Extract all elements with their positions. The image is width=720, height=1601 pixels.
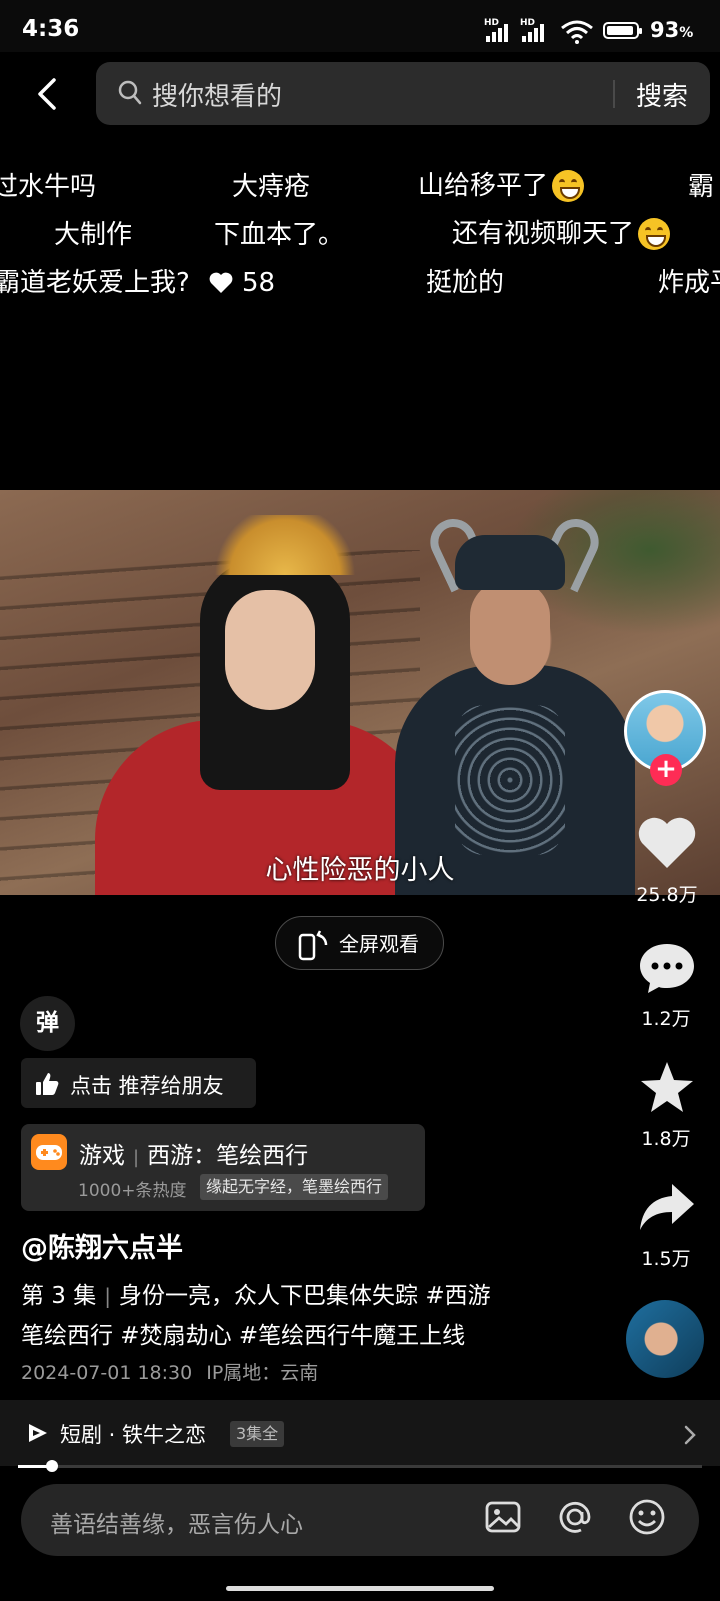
comment-icon[interactable] — [636, 940, 698, 996]
danmaku-item: 霸 — [688, 172, 715, 202]
music-disc-avatar[interactable] — [626, 1300, 704, 1378]
comment-placeholder: 善语结善缘，恶言伤人心 — [50, 1512, 303, 1538]
search-button[interactable]: 搜索 — [636, 76, 688, 113]
share-icon[interactable] — [636, 1180, 698, 1236]
signal-2-icon: HD — [520, 18, 544, 42]
progress-track[interactable] — [18, 1465, 702, 1468]
mention-at-icon[interactable] — [556, 1498, 594, 1536]
danmaku-item: 下血本了。 — [214, 220, 345, 250]
star-icon[interactable] — [636, 1060, 698, 1116]
danmaku-item: 大制作 — [54, 220, 133, 250]
game-heat: 1000+条热度 — [78, 1181, 187, 1201]
danmaku-item: 过水牛吗 — [0, 172, 97, 202]
search-placeholder: 搜你想看的 — [152, 82, 283, 112]
rotate-screen-icon — [298, 930, 328, 961]
battery-percent: 93% — [650, 18, 694, 42]
danmaku-item: 炸成平 — [658, 268, 720, 298]
drama-play-icon — [29, 1424, 47, 1442]
danmaku-item: 山给移平了 — [418, 170, 585, 202]
comment-count: 1.2万 — [641, 1008, 691, 1030]
battery-icon — [603, 22, 642, 39]
game-title: 游戏 | 西游：笔绘西行 — [79, 1143, 309, 1169]
danmaku-like: 58 — [208, 268, 275, 298]
danmaku-item: 大痔疮 — [232, 172, 311, 202]
wifi-icon — [561, 20, 593, 44]
search-icon — [118, 80, 142, 105]
video-player[interactable] — [0, 490, 720, 895]
like-heart-icon[interactable] — [636, 816, 698, 872]
danmaku-item: 还有视频聊天了 — [452, 218, 671, 250]
danmaku-toggle-button[interactable]: 弹 — [20, 996, 75, 1051]
back-icon[interactable] — [28, 74, 68, 114]
heart-icon — [209, 272, 233, 293]
game-tag: 缘起无字经，笔墨绘西行 — [200, 1174, 389, 1200]
progress-knob[interactable] — [46, 1460, 58, 1472]
share-count: 1.5万 — [641, 1248, 691, 1270]
emoji-icon[interactable] — [628, 1498, 666, 1536]
fullscreen-label: 全屏观看 — [339, 932, 419, 956]
danmaku-item: 霸道老妖爱上我? — [0, 268, 190, 298]
video-subtitle: 心性险恶的小人 — [265, 855, 455, 886]
image-icon[interactable] — [484, 1498, 522, 1536]
grin-emoji-icon — [638, 218, 671, 250]
author-name[interactable]: @陈翔六点半 — [21, 1226, 183, 1265]
sweat-smile-emoji-icon — [552, 170, 585, 202]
follow-button[interactable]: + — [650, 754, 682, 786]
signal-1-icon: HD — [484, 18, 508, 42]
recommend-label: 点击 推荐给朋友 — [70, 1074, 224, 1098]
drama-label: 短剧 · 铁牛之恋 — [60, 1423, 207, 1447]
chevron-right-icon[interactable] — [683, 1424, 697, 1446]
favorite-count: 1.8万 — [641, 1128, 691, 1150]
like-count: 25.8万 — [636, 884, 698, 906]
home-indicator[interactable] — [226, 1586, 494, 1591]
post-meta: 2024-07-01 18:30 IP属地：云南 — [21, 1362, 319, 1384]
gamepad-icon — [31, 1134, 67, 1170]
search-divider — [613, 80, 615, 108]
danmaku-item: 挺尬的 — [426, 268, 505, 298]
drama-episodes-badge: 3集全 — [230, 1421, 285, 1447]
thumbs-up-icon — [36, 1073, 59, 1095]
status-time: 4:36 — [22, 16, 80, 42]
post-description: 第 3 集 | 身份一亮，众人下巴集体失踪 #西游 笔绘西行 #焚扇劫心 #笔绘西行… — [21, 1283, 491, 1349]
